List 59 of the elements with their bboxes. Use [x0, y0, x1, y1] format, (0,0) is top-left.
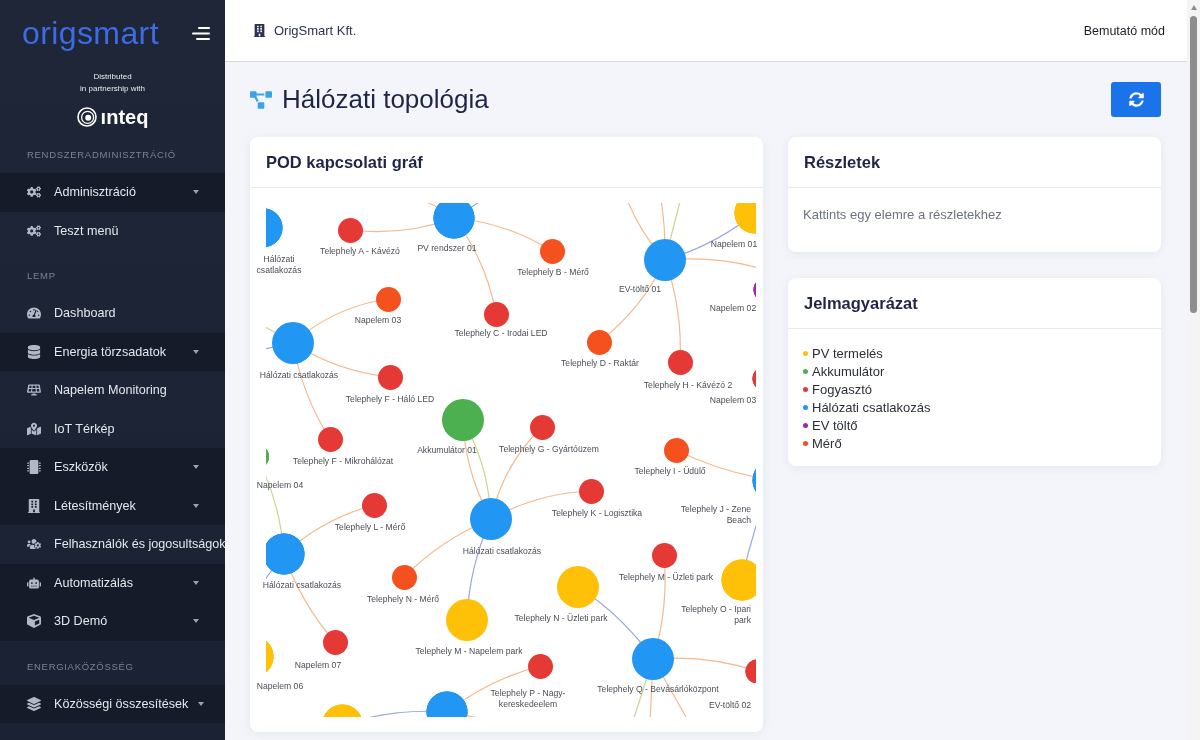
scroll-up-icon[interactable] — [1190, 5, 1197, 10]
card-title: Részletek — [804, 152, 881, 172]
legend-label: Akkumulátor — [812, 363, 885, 379]
nav-item[interactable]: Adminisztráció — [0, 173, 225, 212]
caret-icon — [193, 190, 199, 195]
legend-label: Hálózati csatlakozás — [812, 399, 931, 415]
mode-indicator: Bemutató mód — [1083, 23, 1165, 38]
legend-label: PV termelés — [812, 345, 883, 361]
map-marker-icon — [27, 421, 41, 436]
section-heading: LEMP — [26, 269, 57, 283]
details-hint: Kattints egy elemre a részletekhez — [803, 207, 1003, 223]
robot-icon — [27, 575, 41, 590]
section-heading: ENERGIAKÖZÖSSÉG — [26, 659, 135, 674]
nav-item[interactable]: Felhasználók és jogosultságok — [0, 525, 225, 564]
nav-item[interactable]: 3D Demó — [0, 602, 225, 641]
scrollbar-thumb[interactable] — [1190, 16, 1197, 313]
caret-icon — [193, 503, 199, 508]
section-heading: RENDSZERADMINISZTRÁCIÓ — [26, 148, 177, 162]
nav-item[interactable]: Eszközök — [0, 448, 225, 487]
legend-label: Mérő — [812, 435, 842, 451]
nav-item[interactable]: Teszt menü — [0, 211, 225, 250]
users-gear-icon — [27, 537, 41, 552]
layers-icon — [27, 696, 41, 711]
partner-note: in partnership with — [80, 83, 145, 95]
caret-icon — [193, 465, 199, 470]
card-title: Jelmagyarázat — [804, 293, 918, 313]
diagram-icon — [250, 88, 272, 111]
gears-icon — [27, 185, 41, 200]
nav-item[interactable]: Napelem Monitoring — [0, 371, 225, 410]
nav-item[interactable]: Automatizálás — [0, 563, 225, 602]
nav-item[interactable]: Közösségi összesítések — [0, 684, 225, 723]
caret-icon — [193, 349, 199, 354]
nav-item[interactable]: IoT Térkép — [0, 409, 225, 448]
caret-icon — [198, 701, 205, 706]
chip-icon — [27, 460, 41, 475]
logo-text: origsmart — [22, 17, 159, 49]
refresh-icon — [1128, 92, 1144, 107]
partner-logo-text: ınteq — [100, 105, 149, 129]
caret-icon — [193, 619, 199, 624]
nav-item[interactable]: Létesítmények — [0, 486, 225, 525]
legend-label: EV töltő — [812, 417, 858, 433]
solar-panel-icon — [27, 383, 41, 398]
legend-label: Fogyasztó — [812, 381, 872, 397]
menu-icon[interactable] — [192, 26, 210, 40]
refresh-button[interactable] — [1111, 82, 1161, 117]
ring-logo-icon — [76, 107, 97, 127]
organization-name: OrigSmart Kft. — [274, 23, 357, 38]
nav-item[interactable]: Energia törzsadatok — [0, 332, 225, 371]
cube-icon — [27, 614, 41, 629]
page-title: Hálózati topológia — [282, 84, 489, 115]
building-icon — [27, 498, 41, 513]
building-icon — [253, 24, 266, 37]
database-icon — [27, 344, 41, 359]
nav-item[interactable]: Dashboard — [0, 294, 225, 333]
caret-icon — [193, 580, 199, 585]
gears-icon — [27, 223, 41, 238]
card-title: POD kapcsolati gráf — [266, 152, 423, 172]
partner-note: Distributed — [93, 71, 132, 83]
gauge-icon — [27, 306, 41, 321]
